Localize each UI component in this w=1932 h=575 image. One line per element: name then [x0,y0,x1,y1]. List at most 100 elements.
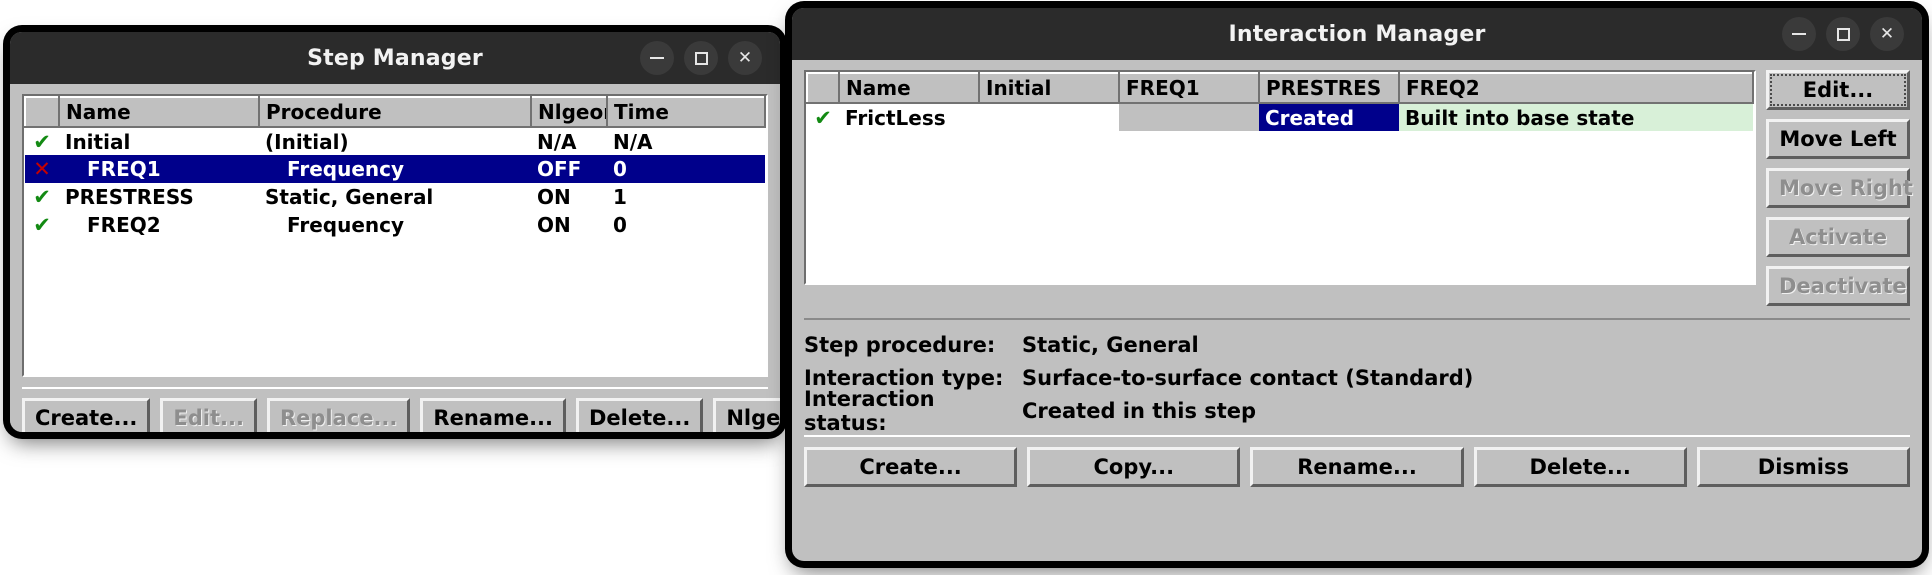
step-name: PRESTRESS [59,183,259,211]
replace-button[interactable]: Replace... [266,398,411,432]
interaction-col-status[interactable] [806,72,840,104]
step-status-icon: ✔ [25,183,59,211]
interaction-manager-window-controls: ✕ [1782,8,1904,60]
check-icon: ✔ [33,185,51,209]
move-right-button[interactable]: Move Right [1766,168,1913,208]
step-col-name[interactable]: Name [58,96,260,128]
step-table: Name Procedure Nlgeom Time ✔ Initial (In… [24,96,766,239]
step-status-icon: ✔ [25,127,59,155]
step-col-status[interactable] [24,96,60,128]
table-row[interactable]: ✔ FREQ2 Frequency ON 0 [25,211,765,239]
interaction-status-row: Interaction status: Created in this step [804,387,1910,435]
step-procedure: Frequency [259,211,531,239]
maximize-icon[interactable] [684,41,718,75]
step-time: 1 [607,183,765,211]
step-name: FREQ2 [59,211,259,239]
minimize-icon[interactable] [640,41,674,75]
step-procedure: Static, General [259,183,531,211]
table-row[interactable]: ✔ FrictLess Created Built into base stat… [807,103,1753,131]
rename-button[interactable]: Rename... [420,398,566,432]
step-manager-title: Step Manager [307,45,483,71]
delete-button[interactable]: Delete... [1473,447,1687,487]
interaction-table: Name Initial FREQ1 PRESTRES FREQ2 ✔ Fric… [806,72,1754,131]
interaction-name: FrictLess [839,103,979,131]
step-name: Initial [59,127,259,155]
create-button[interactable]: Create... [804,447,1018,487]
close-icon[interactable]: ✕ [1870,17,1904,51]
dismiss-button[interactable]: Dismiss [1696,447,1911,487]
interaction-cell-freq1[interactable] [1119,103,1259,131]
minimize-icon[interactable] [1782,17,1816,51]
screen: Step Manager ✕ Name Procedure Nlgeo Time… [0,0,1932,575]
step-nlgeom: N/A [531,127,607,155]
interaction-manager-body: Name Initial FREQ1 PRESTRES FREQ2 ✔ Fric… [804,70,1913,306]
interaction-status-label: Interaction status: [804,386,935,435]
step-time: 0 [607,155,765,183]
interaction-col-initial[interactable]: Initial [978,72,1120,104]
step-procedure: Frequency [259,155,531,183]
step-list[interactable]: Name Procedure Nlgeom Time ✔ Initial (In… [22,94,768,377]
cross-icon: ✕ [33,157,51,181]
step-procedure-row: Step procedure: Static, General [804,328,1910,361]
close-icon[interactable]: ✕ [728,41,762,75]
interaction-type-value: Surface-to-surface contact (Standard) [1022,365,1474,390]
table-row[interactable]: ✔ Initial (Initial) N/A N/A [25,127,765,155]
step-nlgeom: OFF [531,155,607,183]
step-status-icon: ✕ [25,155,59,183]
interaction-cell-prestress[interactable]: Created [1259,103,1399,131]
interaction-info-panel: Step procedure: Static, General Interact… [804,318,1910,435]
interaction-status-icon: ✔ [807,103,839,131]
step-procedure: (Initial) [259,127,531,155]
divider [22,387,768,389]
move-left-button[interactable]: Move Left [1766,119,1910,159]
interaction-manager-title: Interaction Manager [1228,21,1486,47]
step-nlgeom: ON [531,183,607,211]
rename-button[interactable]: Rename... [1250,447,1464,487]
divider [804,435,1910,437]
interaction-manager-client: Name Initial FREQ1 PRESTRES FREQ2 ✔ Fric… [792,60,1922,499]
step-name: FREQ1 [59,155,259,183]
edit-button[interactable]: Edit... [160,398,257,432]
delete-button[interactable]: Delete... [576,398,704,432]
interaction-col-freq1[interactable]: FREQ1 [1118,72,1260,104]
check-icon: ✔ [33,129,51,154]
interaction-col-prestress[interactable]: PRESTRES [1258,72,1400,104]
step-time: N/A [607,127,765,155]
copy-button[interactable]: Copy... [1027,447,1241,487]
interaction-side-buttons: Edit... Move Left Move Right Activate De… [1766,70,1913,306]
edit-button[interactable]: Edit... [1766,70,1910,110]
nlgeom-button[interactable]: Nlgeom... [713,398,780,432]
step-manager-window-controls: ✕ [640,32,762,84]
step-procedure-label: Step procedure: [804,332,996,357]
interaction-manager-titlebar[interactable]: Interaction Manager ✕ [792,8,1922,60]
step-manager-window: Step Manager ✕ Name Procedure Nlgeo Time… [10,32,780,432]
step-manager-titlebar[interactable]: Step Manager ✕ [10,32,780,84]
interaction-col-name[interactable]: Name [838,72,980,104]
step-nlgeom: ON [531,211,607,239]
interaction-table-header-row: Name Initial FREQ1 PRESTRES FREQ2 [806,72,1754,104]
create-button[interactable]: Create... [22,398,151,432]
table-row[interactable]: ✔ PRESTRESS Static, General ON 1 [25,183,765,211]
check-icon: ✔ [814,105,832,130]
step-table-header-row: Name Procedure Nlgeom Time [24,96,766,128]
activate-button[interactable]: Activate [1766,217,1910,257]
interaction-cell-initial[interactable] [979,103,1119,131]
step-manager-button-row: Create... Edit... Replace... Rename... D… [22,398,780,432]
table-row[interactable]: ✕ FREQ1 Frequency OFF 0 [25,155,765,183]
deactivate-button[interactable]: Deactivate [1766,266,1910,306]
step-col-time[interactable]: Time [606,96,766,128]
step-manager-client: Name Procedure Nlgeom Time ✔ Initial (In… [10,84,780,432]
interaction-table-area: Name Initial FREQ1 PRESTRES FREQ2 ✔ Fric… [804,70,1756,285]
maximize-icon[interactable] [1826,17,1860,51]
interaction-list[interactable]: Name Initial FREQ1 PRESTRES FREQ2 ✔ Fric… [804,70,1756,285]
interaction-manager-window: Interaction Manager ✕ Name Initial FREQ1… [792,8,1922,561]
interaction-col-freq2[interactable]: FREQ2 [1398,72,1754,104]
step-procedure-value: Static, General [1022,332,1199,357]
interaction-status-value: Created in this step [1022,398,1257,423]
step-status-icon: ✔ [25,211,59,239]
step-col-nlgeom[interactable]: Nlgeom [530,96,608,128]
interaction-manager-button-row: Create... Copy... Rename... Delete... Di… [804,447,1911,487]
interaction-cell-freq2[interactable]: Built into base state [1399,103,1753,131]
check-icon: ✔ [33,213,51,237]
step-col-procedure[interactable]: Procedure [258,96,532,128]
